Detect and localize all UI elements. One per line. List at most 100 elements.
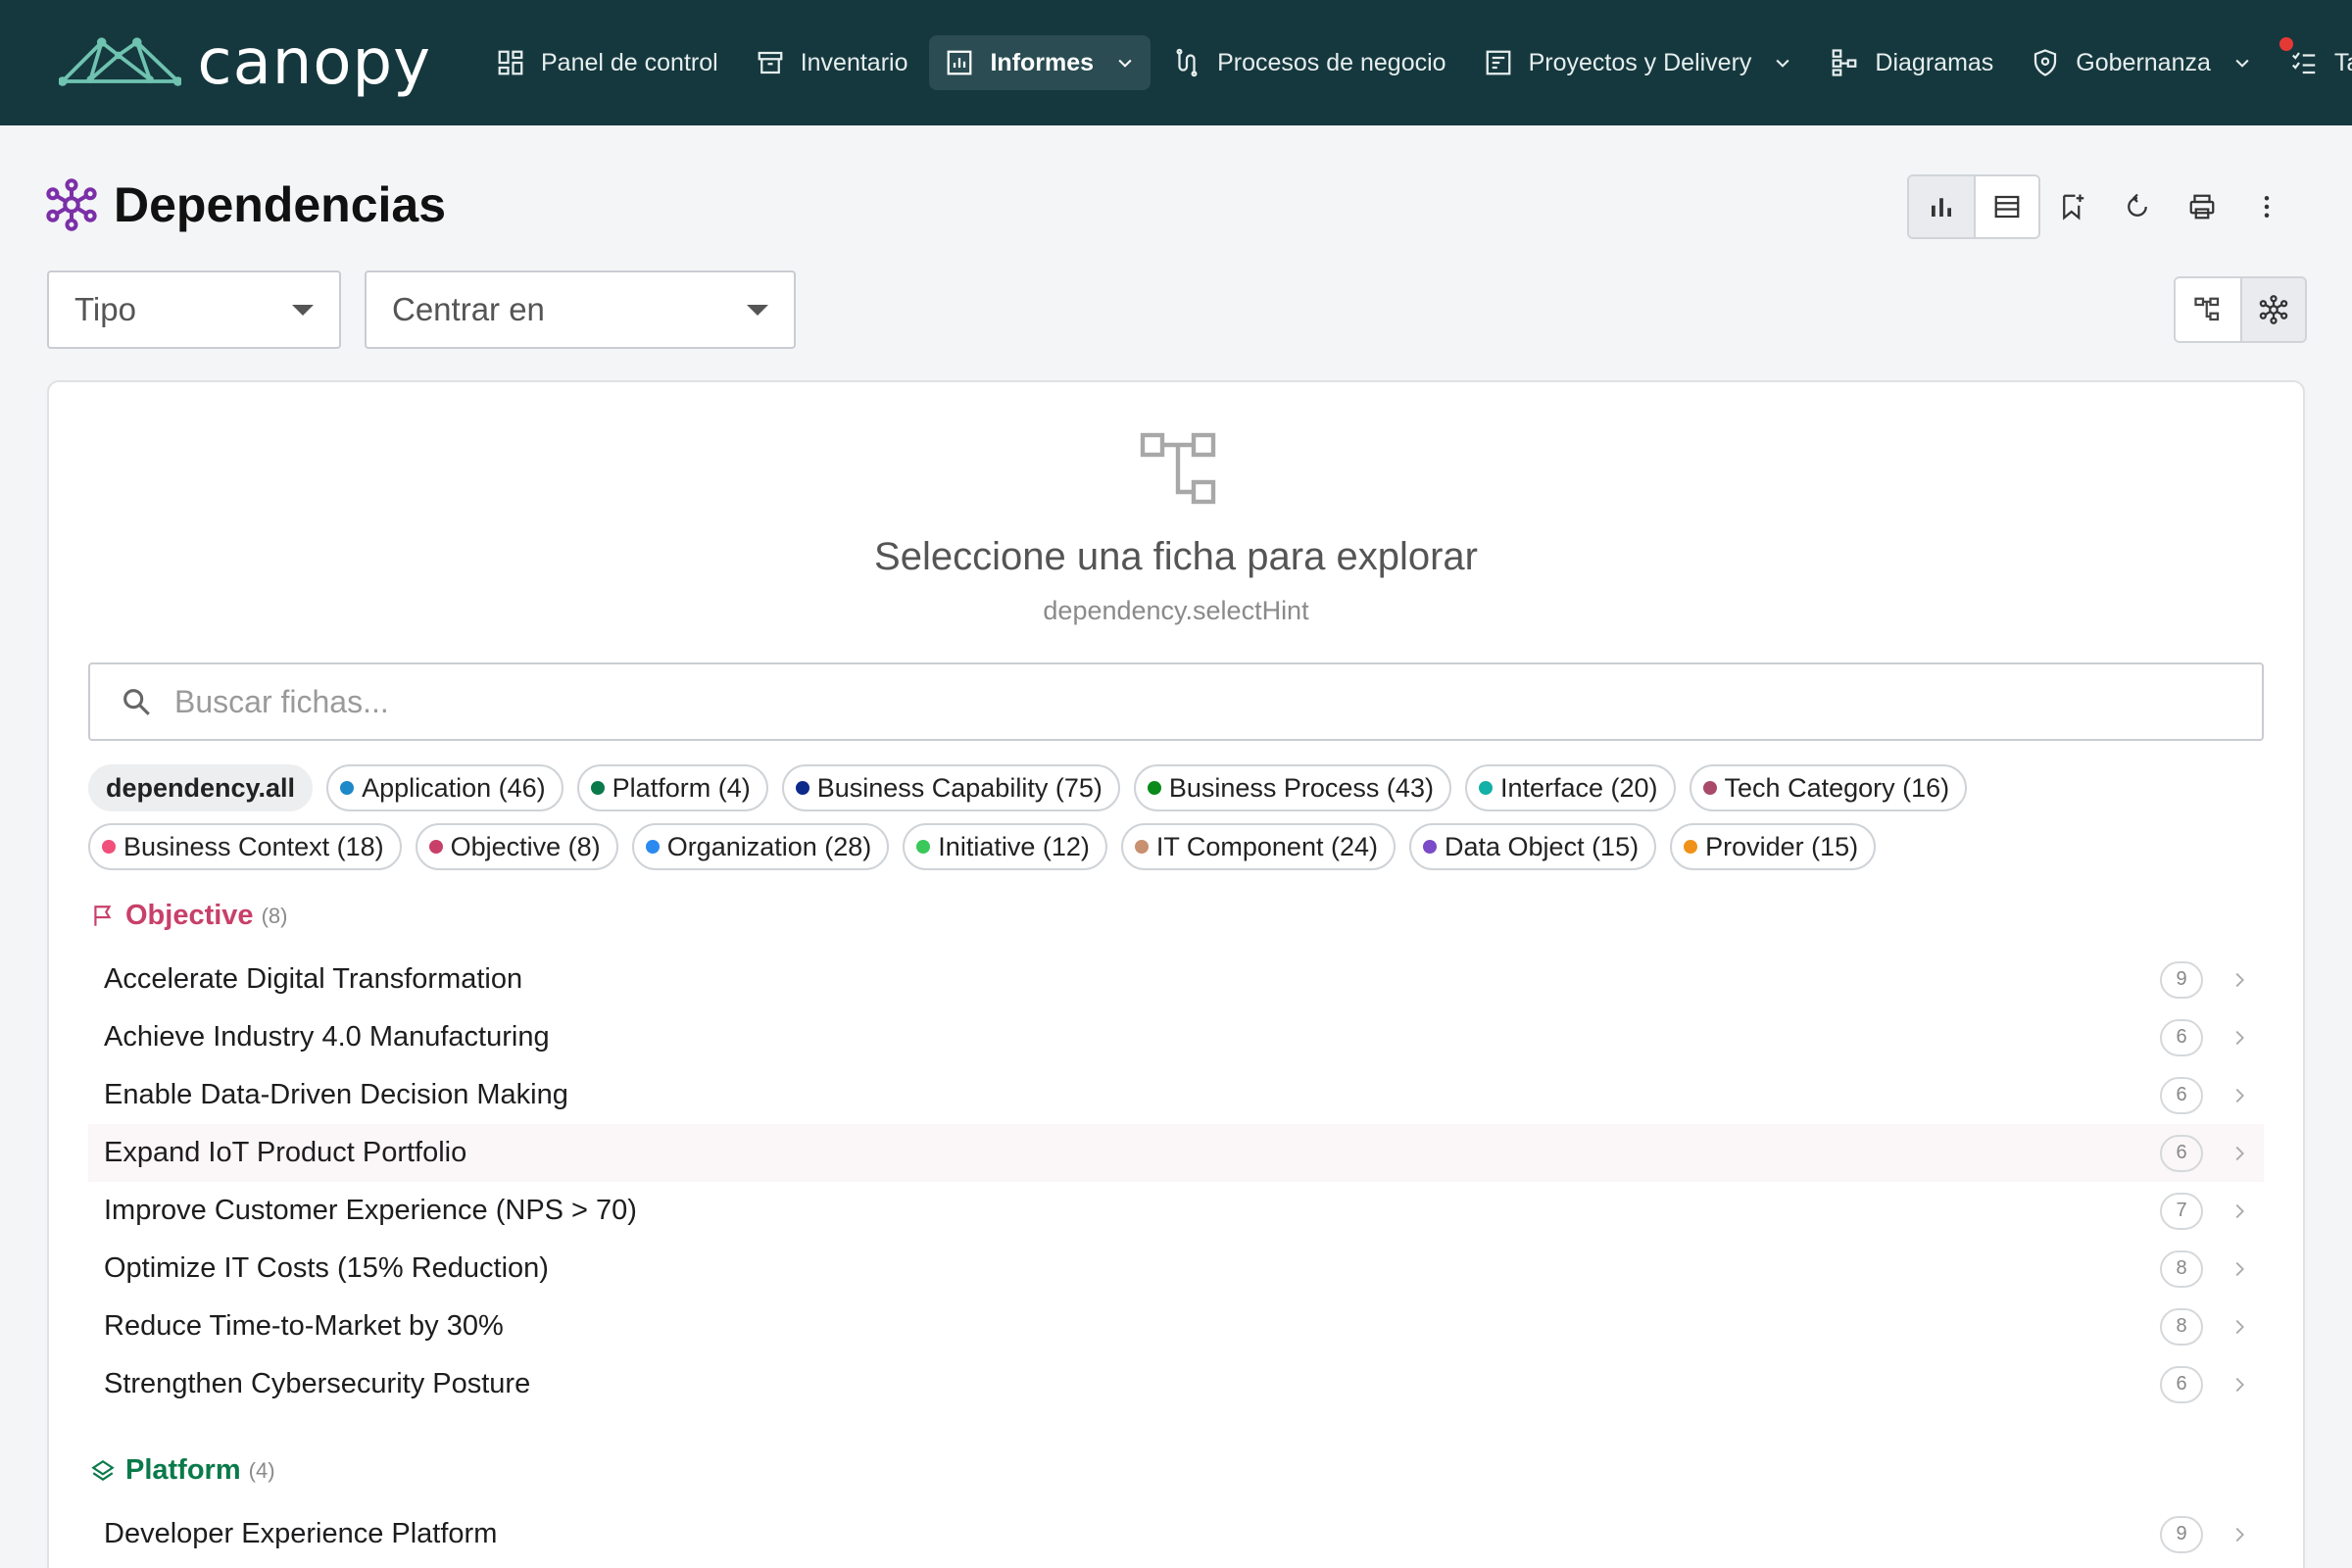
reset-button[interactable] [2105, 174, 2170, 239]
print-icon [2189, 194, 2215, 220]
item-label: Enable Data-Driven Decision Making [104, 1079, 568, 1110]
nav-item-label: Inventario [800, 48, 908, 76]
list-item[interactable]: Developer Experience Platform 9 [88, 1505, 2264, 1563]
search-box[interactable] [88, 662, 2264, 741]
color-dot [1134, 840, 1149, 854]
list-item[interactable]: Achieve Industry 4.0 Manufacturing 6 [88, 1008, 2264, 1066]
chart-table-toggle [1907, 174, 2040, 239]
canopy-logo-icon [59, 37, 182, 86]
chip-data-object[interactable]: Data Object (15) [1409, 823, 1657, 870]
network-layout-button[interactable] [2240, 278, 2305, 341]
filter-bar: Tipo Centrar en [47, 270, 819, 349]
list-item[interactable]: Improve Customer Experience (NPS > 70) 7 [88, 1182, 2264, 1240]
chip-label: Objective (8) [450, 831, 601, 861]
color-dot [1702, 781, 1717, 795]
search-input[interactable] [174, 683, 2134, 720]
center-on-select[interactable]: Centrar en [365, 270, 796, 349]
chip-initiative[interactable]: Initiative (12) [903, 823, 1107, 870]
chip-label: Provider (15) [1705, 831, 1859, 861]
chip-tech-category[interactable]: Tech Category (16) [1689, 764, 1968, 811]
chip-provider[interactable]: Provider (15) [1670, 823, 1877, 870]
bookmark-add-button[interactable] [2040, 174, 2105, 239]
report-icon [948, 50, 972, 75]
platform-list: Developer Experience Platform 9 [88, 1505, 2264, 1563]
nav-item-business-processes[interactable]: Procesos de negocio [1156, 35, 1461, 90]
print-button[interactable] [2170, 174, 2234, 239]
color-dot [645, 840, 660, 854]
nav-item-label: Gobernanza [2076, 48, 2211, 76]
type-select[interactable]: Tipo [47, 270, 341, 349]
chip-application[interactable]: Application (46) [326, 764, 564, 811]
color-dot [916, 840, 931, 854]
chevron-right-icon [2235, 1261, 2244, 1276]
canopy-logo[interactable]: canopy [59, 0, 431, 125]
chevron-right-icon [2235, 1030, 2244, 1045]
chip-business-context[interactable]: Business Context (18) [88, 823, 402, 870]
list-item[interactable]: Expand IoT Product Portfolio 6 [88, 1124, 2264, 1182]
chip-objective[interactable]: Objective (8) [415, 823, 618, 870]
empty-state-title: Seleccione una ficha para explorar [874, 535, 1478, 578]
chip-business-process[interactable]: Business Process (43) [1133, 764, 1451, 811]
more-options-button[interactable] [2234, 174, 2299, 239]
chip-platform[interactable]: Platform (4) [576, 764, 768, 811]
tree-layout-icon [2194, 297, 2220, 321]
empty-state-hint: dependency.selectHint [1043, 596, 1309, 625]
chevron-right-icon [2235, 1527, 2244, 1542]
relation-count-badge: 7 [2160, 1192, 2203, 1230]
chip-label: Platform (4) [612, 772, 751, 803]
nav-item-reports[interactable]: Informes [929, 35, 1152, 90]
chevron-right-icon [2235, 1203, 2244, 1218]
nav-item-dashboard[interactable]: Panel de control [480, 35, 734, 90]
nav-item-label: Panel de control [541, 48, 718, 76]
relation-count-badge: 9 [2160, 960, 2203, 999]
chip-label: Application (46) [362, 772, 546, 803]
list-item[interactable]: Reduce Time-to-Market by 30% 8 [88, 1298, 2264, 1355]
nav-item-label: Procesos de negocio [1217, 48, 1446, 76]
chevron-down-icon [1776, 59, 1789, 68]
tasks-icon [2291, 52, 2316, 74]
nav-item-diagrams[interactable]: Diagramas [1814, 35, 2009, 90]
caret-down-icon [747, 304, 768, 316]
group-header-objective: Objective (8) [90, 900, 287, 932]
nav-item-label: Proyectos y Delivery [1528, 48, 1752, 76]
tree-layout-button[interactable] [2176, 278, 2240, 341]
table-view-button[interactable] [1974, 176, 2038, 237]
chip-it-component[interactable]: IT Component (24) [1120, 823, 1396, 870]
group-header-platform: Platform (4) [90, 1454, 275, 1487]
chip-all[interactable]: dependency.all [88, 764, 314, 811]
search-icon [123, 689, 150, 715]
nav-item-inventory[interactable]: Inventario [740, 35, 924, 90]
process-icon [1176, 48, 1198, 77]
item-label: Expand IoT Product Portfolio [104, 1137, 467, 1168]
top-navigation-bar: canopy Panel de control Inventario Infor… [0, 0, 2352, 125]
chip-business-capability[interactable]: Business Capability (75) [781, 764, 1120, 811]
reset-icon [2128, 193, 2147, 217]
chip-interface[interactable]: Interface (20) [1464, 764, 1676, 811]
chip-label: Data Object (15) [1445, 831, 1640, 861]
chip-label: Business Capability (75) [816, 772, 1102, 803]
chip-organization[interactable]: Organization (28) [631, 823, 890, 870]
page-header: Dependencias [45, 176, 446, 233]
relation-count-badge: 8 [2160, 1250, 2203, 1288]
chip-label: dependency.all [106, 772, 296, 803]
color-dot [340, 781, 355, 795]
nav-item-projects-delivery[interactable]: Proyectos y Delivery [1468, 35, 1809, 90]
list-item[interactable]: Optimize IT Costs (15% Reduction) 8 [88, 1240, 2264, 1298]
hierarchy-icon [1140, 432, 1216, 505]
list-item[interactable]: Strengthen Cybersecurity Posture 6 [88, 1355, 2264, 1413]
chip-row: dependency.all Application (46) Platform… [88, 764, 2283, 811]
list-item[interactable]: Enable Data-Driven Decision Making 6 [88, 1066, 2264, 1124]
chevron-right-icon [2235, 1088, 2244, 1102]
notification-dot [2279, 37, 2293, 51]
caret-down-icon [292, 304, 314, 316]
chip-label: Initiative (12) [938, 831, 1090, 861]
chevron-right-icon [2235, 1377, 2244, 1392]
color-dot [1147, 781, 1161, 795]
nav-item-label: Tare [2333, 48, 2352, 76]
page-toolbar [1907, 174, 2299, 239]
item-label: Strengthen Cybersecurity Posture [104, 1368, 531, 1399]
chevron-down-icon [1118, 59, 1132, 68]
nav-item-governance[interactable]: Gobernanza [2015, 35, 2268, 90]
chart-view-button[interactable] [1909, 176, 1974, 237]
list-item[interactable]: Accelerate Digital Transformation 9 [88, 951, 2264, 1008]
